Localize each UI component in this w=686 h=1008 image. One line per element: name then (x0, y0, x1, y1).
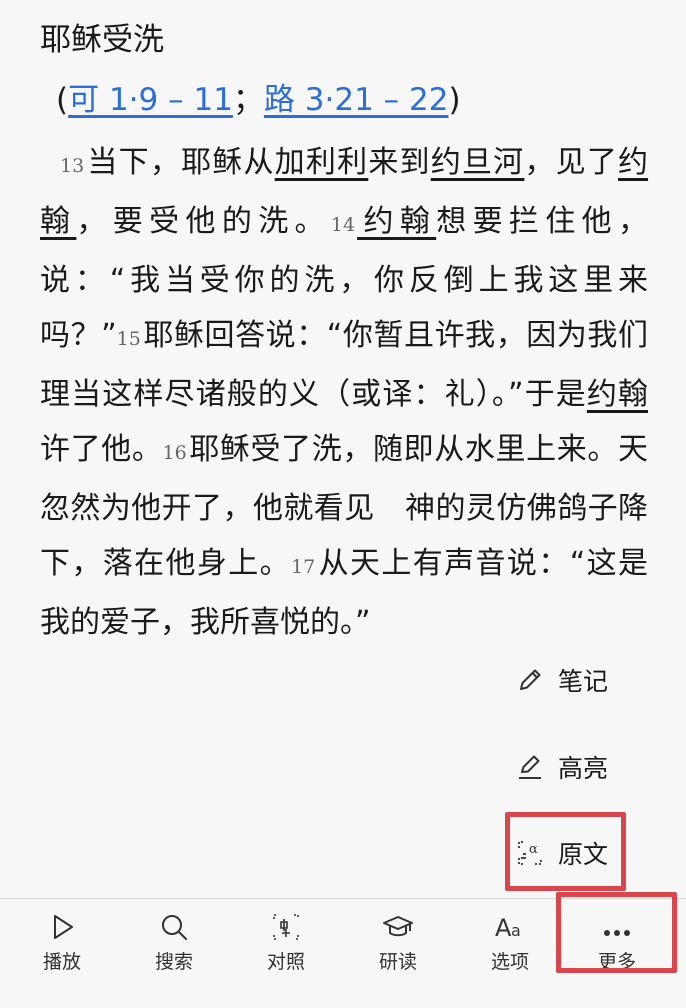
tab-play[interactable]: 播放 (6, 899, 118, 979)
tab-more[interactable]: 更多 (561, 899, 673, 979)
search-icon (162, 915, 187, 940)
pencil-icon (520, 669, 541, 690)
verse-text: ，要受他的洗。 (76, 204, 331, 239)
verse-number: 17 (291, 556, 316, 578)
place-name: 加利利 (274, 145, 369, 180)
refs-close-paren: ) (448, 82, 461, 118)
tab-study[interactable]: 研读 (342, 899, 454, 979)
original-text-label: 原文 (558, 840, 609, 869)
svg-text:A: A (495, 914, 512, 942)
verse-number: 15 (116, 328, 141, 350)
place-name: 约旦河 (430, 145, 525, 180)
highlight-label: 高亮 (558, 754, 609, 783)
verse-number: 16 (162, 442, 187, 464)
svg-text:a: a (511, 921, 521, 940)
parallel-references: (可 1·9 – 11；路 3·21 – 22) (56, 78, 461, 122)
bottom-tab-bar: 播放 搜索 对照 研读 A a 选项 更多 (0, 898, 686, 1008)
verse-text: 许了他。 (40, 432, 163, 467)
passage-text[interactable]: 13当下，耶稣从加利利来到约旦河，见了约翰，要受他的洗。14约翰想要拦住他，说：… (40, 135, 648, 650)
play-icon (54, 915, 73, 939)
tab-compare-label: 对照 (266, 951, 305, 973)
tab-play-label: 播放 (42, 951, 81, 973)
tab-search-label: 搜索 (154, 951, 193, 973)
tab-more-label: 更多 (597, 951, 636, 973)
note-button[interactable]: 笔记 (516, 650, 656, 710)
reference-link-mark[interactable]: 可 1·9 – 11 (68, 82, 233, 118)
compare-icon (273, 914, 299, 940)
original-text-icon: α (518, 841, 542, 865)
refs-open-paren: ( (56, 82, 69, 118)
verse-number: 14 (330, 214, 356, 236)
tab-compare[interactable]: 对照 (230, 899, 342, 979)
highlighter-icon (519, 755, 541, 779)
original-text-button[interactable]: α 原文 (516, 823, 656, 883)
person-name: 约翰 (586, 377, 648, 412)
refs-separator: ； (232, 82, 264, 118)
bible-reader: 耶稣受洗 (可 1·9 – 11；路 3·21 – 22) 13当下，耶稣从加利… (0, 0, 686, 898)
verse-text: ，见了 (524, 145, 619, 180)
more-dots-icon (604, 930, 630, 936)
highlight-button[interactable]: 高亮 (516, 737, 656, 797)
person-name: 约翰 (357, 204, 437, 239)
tab-search[interactable]: 搜索 (118, 899, 230, 979)
verse-number: 13 (60, 155, 85, 177)
tab-study-label: 研读 (378, 951, 417, 973)
tab-options[interactable]: A a 选项 (454, 899, 566, 979)
note-label: 笔记 (558, 667, 609, 696)
svg-text:α: α (529, 842, 538, 857)
section-heading: 耶稣受洗 (40, 22, 164, 58)
verse-text: 来到 (368, 145, 431, 180)
tab-options-label: 选项 (490, 951, 529, 973)
reference-link-luke[interactable]: 路 3·21 – 22 (264, 82, 449, 118)
verse-text: 当下，耶稣从 (86, 145, 275, 180)
graduation-cap-icon (383, 916, 413, 937)
text-size-icon: A a (495, 914, 521, 942)
